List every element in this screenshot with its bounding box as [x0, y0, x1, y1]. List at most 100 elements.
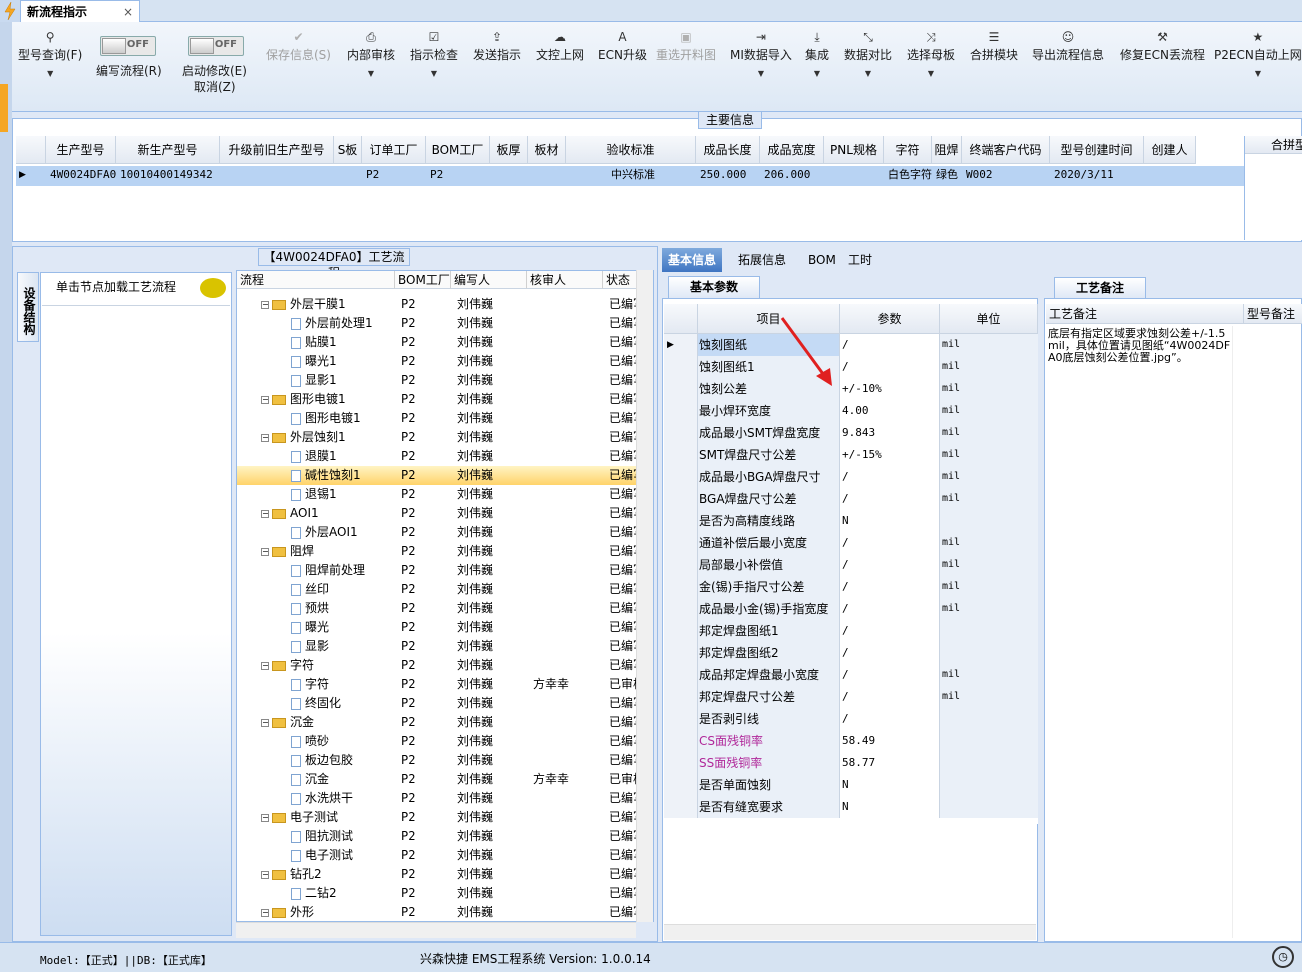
- row-header[interactable]: [664, 356, 698, 378]
- col-header[interactable]: PNL规格: [824, 136, 884, 164]
- col-header[interactable]: 新生产型号: [116, 136, 220, 164]
- param-row[interactable]: 蚀刻图纸1/mil: [664, 356, 1038, 378]
- tree-node[interactable]: 显影1: [291, 371, 395, 390]
- col-header[interactable]: S板: [334, 136, 362, 164]
- col-header[interactable]: 板厚: [490, 136, 528, 164]
- param-value[interactable]: /: [840, 532, 940, 554]
- tree-node[interactable]: − 外层蚀刻1: [261, 428, 395, 447]
- col-header[interactable]: 终端客户代码: [962, 136, 1050, 164]
- row-header[interactable]: [664, 422, 698, 444]
- param-value[interactable]: /: [840, 576, 940, 598]
- col-header[interactable]: BOM工厂: [426, 136, 490, 164]
- tree-row[interactable]: − AOI1 P2 刘伟巍 已编写: [237, 504, 643, 523]
- table-cell[interactable]: 4W0024DFA0: [50, 166, 116, 184]
- col-header[interactable]: 成品宽度: [760, 136, 824, 164]
- tree-node[interactable]: 丝印: [291, 580, 395, 599]
- row-header[interactable]: [664, 576, 698, 598]
- tree-col-header[interactable]: BOM工厂: [395, 271, 451, 289]
- tree-row[interactable]: 图形电镀1 P2 刘伟巍 已编写: [237, 409, 643, 428]
- tree-node[interactable]: 二钻2: [291, 884, 395, 903]
- param-row[interactable]: 是否单面蚀刻 N: [664, 774, 1038, 796]
- tree-row[interactable]: 显影1 P2 刘伟巍 已编写: [237, 371, 643, 390]
- clock-icon[interactable]: ◷: [1272, 946, 1294, 968]
- internal-review-button[interactable]: ⎙ 内部审核 ▼: [347, 28, 395, 78]
- table-cell[interactable]: [338, 166, 362, 184]
- left-collapse-strip[interactable]: [0, 22, 12, 942]
- param-row[interactable]: 成品最小BGA焊盘尺寸 / mil: [664, 466, 1038, 488]
- param-row[interactable]: 是否有缝宽要求 N: [664, 796, 1038, 818]
- tab-extended-info[interactable]: 拓展信息: [732, 248, 792, 272]
- table-cell[interactable]: 绿色: [936, 166, 962, 184]
- row-header[interactable]: [664, 554, 698, 576]
- param-value[interactable]: N: [840, 510, 940, 532]
- row-header[interactable]: [664, 796, 698, 818]
- collapse-toggle-icon[interactable]: −: [261, 547, 269, 556]
- collapse-toggle-icon[interactable]: −: [261, 300, 269, 309]
- param-value[interactable]: /: [840, 488, 940, 510]
- tree-node[interactable]: 碱性蚀刻1: [291, 466, 395, 485]
- tree-node[interactable]: − 字符: [261, 656, 395, 675]
- param-row[interactable]: CS面残铜率 58.49: [664, 730, 1038, 752]
- col-header[interactable]: 型号创建时间: [1050, 136, 1144, 164]
- col-header[interactable]: 阻焊: [932, 136, 962, 164]
- tree-row[interactable]: − 阻焊 P2 刘伟巍 已编写: [237, 542, 643, 561]
- col-header[interactable]: 订单工厂: [362, 136, 426, 164]
- row-header[interactable]: [664, 466, 698, 488]
- row-header[interactable]: [664, 510, 698, 532]
- param-value[interactable]: 9.843: [840, 422, 940, 444]
- tree-node[interactable]: − AOI1: [261, 504, 395, 523]
- param-row[interactable]: SMT焊盘尺寸公差 +/-15% mil: [664, 444, 1038, 466]
- tree-row[interactable]: 丝印 P2 刘伟巍 已编写: [237, 580, 643, 599]
- tree-row[interactable]: − 钻孔2 P2 刘伟巍 已编写: [237, 865, 643, 884]
- row-header[interactable]: [664, 378, 698, 400]
- row-header[interactable]: [664, 620, 698, 642]
- chevron-down-icon[interactable]: ▼: [1214, 69, 1302, 78]
- tree-node[interactable]: 曝光1: [291, 352, 395, 371]
- param-value[interactable]: /: [840, 554, 940, 576]
- tree-node[interactable]: 图形电镀1: [291, 409, 395, 428]
- export-process-info-button[interactable]: ☺ 导出流程信息: [1032, 28, 1104, 63]
- tree-row[interactable]: − 沉金 P2 刘伟巍 已编写: [237, 713, 643, 732]
- repair-ecn-button[interactable]: ⚒ 修复ECN丢流程: [1120, 28, 1205, 63]
- row-header[interactable]: [664, 708, 698, 730]
- tab-new-process[interactable]: 新流程指示 ×: [20, 0, 140, 22]
- tree-node[interactable]: 终固化: [291, 694, 395, 713]
- ecn-upgrade-button[interactable]: A ECN升级: [598, 28, 647, 63]
- tree-row[interactable]: 阻焊前处理 P2 刘伟巍 已编写: [237, 561, 643, 580]
- save-info-button[interactable]: ✔ 保存信息(S): [266, 28, 331, 63]
- merge-module-button[interactable]: ☰ 合拼模块: [970, 28, 1018, 63]
- tree-row[interactable]: 板边包胶 P2 刘伟巍 已编写: [237, 751, 643, 770]
- collapse-toggle-icon[interactable]: −: [261, 813, 269, 822]
- table-cell[interactable]: 10010400149342: [120, 166, 220, 184]
- tree-row[interactable]: 阻抗测试 P2 刘伟巍 已编写: [237, 827, 643, 846]
- table-cell[interactable]: 中兴标准: [570, 166, 696, 184]
- param-row[interactable]: 邦定焊盘图纸2/: [664, 642, 1038, 664]
- tree-col-header[interactable]: 流程: [237, 271, 395, 289]
- param-row[interactable]: 最小焊环宽度 4.00 mil: [664, 400, 1038, 422]
- table-cell[interactable]: 250.000: [700, 166, 760, 184]
- tree-node[interactable]: − 外层干膜1: [261, 295, 395, 314]
- param-value[interactable]: 4.00: [840, 400, 940, 422]
- tree-node[interactable]: 预烘: [291, 599, 395, 618]
- start-modify-toggle[interactable]: OFF: [188, 36, 244, 56]
- collapse-toggle-icon[interactable]: −: [261, 433, 269, 442]
- col-header[interactable]: 字符: [884, 136, 932, 164]
- tree-row[interactable]: − 外层干膜1 P2 刘伟巍 已编写: [237, 295, 643, 314]
- table-cell[interactable]: 2020/3/11: [1054, 166, 1144, 184]
- tree-node[interactable]: 曝光: [291, 618, 395, 637]
- tree-vertical-scrollbar[interactable]: [636, 270, 653, 922]
- col-header[interactable]: 升级前旧生产型号: [220, 136, 334, 164]
- table-cell[interactable]: 206.000: [764, 166, 824, 184]
- param-row[interactable]: 成品最小SMT焊盘宽度 9.843 mil: [664, 422, 1038, 444]
- integrate-button[interactable]: ⤓ 集成 ▼: [805, 28, 829, 78]
- table-cell[interactable]: [828, 166, 884, 184]
- tab-process-remarks[interactable]: 工艺备注: [1054, 277, 1146, 298]
- param-row[interactable]: 邦定焊盘尺寸公差 / mil: [664, 686, 1038, 708]
- param-row[interactable]: SS面残铜率 58.77: [664, 752, 1038, 774]
- param-row[interactable]: ▶ 蚀刻图纸 / mil: [664, 334, 1038, 356]
- param-row[interactable]: 是否剥引线 /: [664, 708, 1038, 730]
- data-compare-button[interactable]: ⤡ 数据对比 ▼: [844, 28, 892, 78]
- tree-row[interactable]: 曝光 P2 刘伟巍 已编写: [237, 618, 643, 637]
- collapse-toggle-icon[interactable]: −: [261, 395, 269, 404]
- tree-node[interactable]: 阻焊前处理: [291, 561, 395, 580]
